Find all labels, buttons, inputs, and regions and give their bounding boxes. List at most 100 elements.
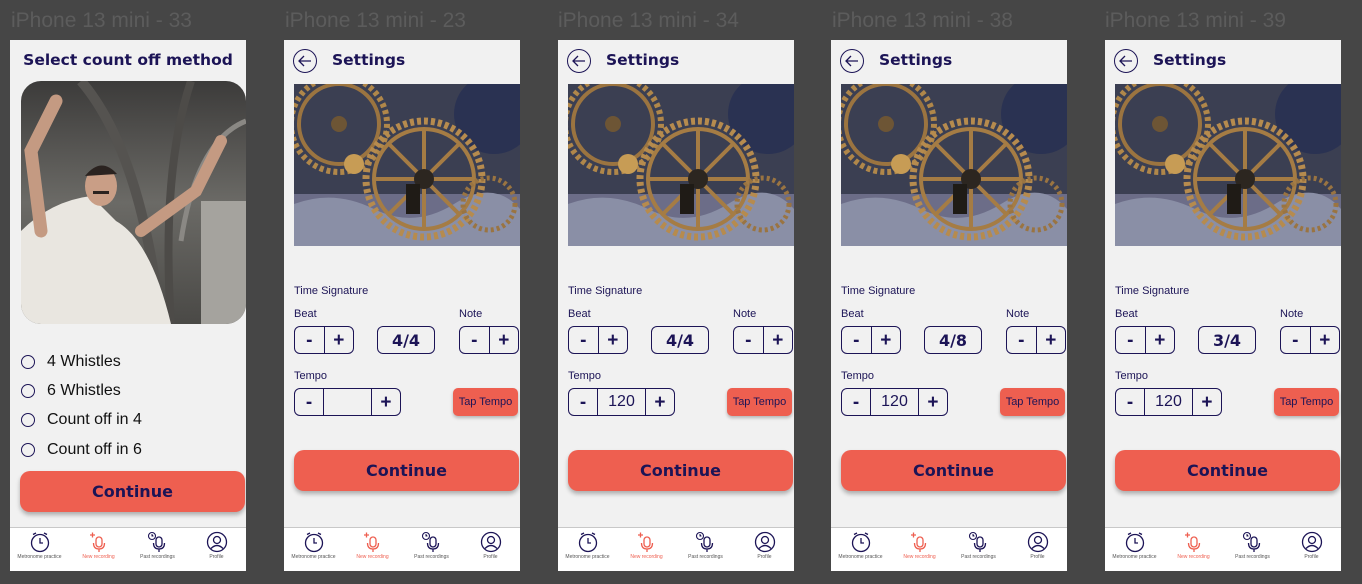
beat-decrement-button[interactable]: -: [569, 327, 598, 353]
tempo-decrement-button[interactable]: -: [295, 389, 323, 415]
tempo-decrement-button[interactable]: -: [569, 389, 597, 415]
continue-button[interactable]: Continue: [841, 450, 1066, 491]
note-label: Note: [1006, 308, 1030, 320]
note-decrement-button[interactable]: -: [460, 327, 489, 353]
frame-title: iPhone 13 mini - 33: [11, 9, 192, 32]
tab-past-recordings[interactable]: Past recordings: [1223, 528, 1282, 571]
tempo-increment-button[interactable]: +: [919, 389, 947, 415]
tab-new-recording[interactable]: New recording: [1164, 528, 1223, 571]
note-decrement-button[interactable]: -: [734, 327, 763, 353]
tap-tempo-button[interactable]: Tap Tempo: [453, 388, 518, 416]
beat-decrement-button[interactable]: -: [842, 327, 871, 353]
phone-settings: Settings Time Signature Beat Note - + 4/…: [284, 40, 520, 571]
tab-label: Metronome practice: [1112, 554, 1157, 560]
mic-plus-icon: [1184, 532, 1200, 552]
radio-option[interactable]: 4 Whistles: [21, 352, 121, 372]
mic-history-icon: [695, 531, 713, 552]
beat-increment-button[interactable]: +: [323, 327, 354, 353]
back-button[interactable]: [1114, 49, 1138, 73]
time-signature-display: 4/8: [924, 326, 982, 354]
tab-new-recording[interactable]: New recording: [343, 528, 402, 571]
tab-metronome-practice[interactable]: Metronome practice: [284, 528, 343, 571]
note-increment-button[interactable]: +: [1035, 327, 1066, 353]
beat-decrement-button[interactable]: -: [1116, 327, 1145, 353]
phone-settings: Settings Time Signature Beat Note - + 4/…: [831, 40, 1067, 571]
arrow-left-icon: [572, 55, 585, 67]
radio-button[interactable]: [21, 413, 35, 427]
note-increment-button[interactable]: +: [488, 327, 519, 353]
tempo-field[interactable]: [323, 389, 372, 415]
tab-profile[interactable]: Profile: [461, 528, 520, 571]
tempo-increment-button[interactable]: +: [646, 389, 674, 415]
tab-metronome-practice[interactable]: Metronome practice: [1105, 528, 1164, 571]
user-circle-icon: [754, 531, 775, 553]
tab-label: New recording: [630, 554, 663, 560]
phone-settings: Settings Time Signature Beat Note - + 4/…: [558, 40, 794, 571]
radio-button[interactable]: [21, 355, 35, 369]
tempo-increment-button[interactable]: +: [1193, 389, 1221, 415]
tempo-label: Tempo: [568, 370, 602, 382]
tempo-label: Tempo: [294, 370, 328, 382]
note-decrement-button[interactable]: -: [1281, 327, 1310, 353]
tap-tempo-button[interactable]: Tap Tempo: [727, 388, 792, 416]
mic-plus-icon: [910, 532, 926, 552]
radio-option[interactable]: Count off in 4: [21, 410, 142, 430]
tempo-stepper: - 120 +: [1115, 388, 1222, 416]
page-title: Settings: [332, 51, 406, 69]
beat-increment-button[interactable]: +: [597, 327, 628, 353]
tab-profile[interactable]: Profile: [1008, 528, 1067, 571]
tempo-decrement-button[interactable]: -: [842, 389, 870, 415]
continue-button[interactable]: Continue: [20, 471, 245, 512]
tap-tempo-button[interactable]: Tap Tempo: [1000, 388, 1065, 416]
tab-past-recordings[interactable]: Past recordings: [676, 528, 735, 571]
back-button[interactable]: [567, 49, 591, 73]
radio-button[interactable]: [21, 384, 35, 398]
tab-new-recording[interactable]: New recording: [69, 528, 128, 571]
tab-bar: Metronome practice New recording Past re…: [831, 527, 1067, 571]
tempo-increment-button[interactable]: +: [372, 389, 400, 415]
user-circle-icon: [480, 531, 501, 553]
tab-label: Past recordings: [961, 554, 996, 560]
tab-new-recording[interactable]: New recording: [890, 528, 949, 571]
tab-metronome-practice[interactable]: Metronome practice: [831, 528, 890, 571]
clock-icon: [578, 532, 597, 553]
radio-button[interactable]: [21, 443, 35, 457]
tab-past-recordings[interactable]: Past recordings: [402, 528, 461, 571]
tab-metronome-practice[interactable]: Metronome practice: [10, 528, 69, 571]
tempo-field[interactable]: 120: [597, 389, 646, 415]
mic-history-icon: [968, 531, 986, 552]
mic-history-icon: [147, 531, 165, 552]
tempo-decrement-button[interactable]: -: [1116, 389, 1144, 415]
tab-profile[interactable]: Profile: [735, 528, 794, 571]
tempo-stepper: - 120 +: [841, 388, 948, 416]
back-button[interactable]: [840, 49, 864, 73]
note-increment-button[interactable]: +: [1309, 327, 1340, 353]
back-button[interactable]: [293, 49, 317, 73]
radio-option[interactable]: Count off in 6: [21, 440, 142, 460]
continue-button[interactable]: Continue: [294, 450, 519, 491]
beat-decrement-button[interactable]: -: [295, 327, 324, 353]
tab-profile[interactable]: Profile: [187, 528, 246, 571]
tab-new-recording[interactable]: New recording: [617, 528, 676, 571]
continue-button[interactable]: Continue: [1115, 450, 1340, 491]
page-title: Settings: [879, 51, 953, 69]
note-increment-button[interactable]: +: [762, 327, 793, 353]
tempo-field[interactable]: 120: [1144, 389, 1193, 415]
tab-past-recordings[interactable]: Past recordings: [949, 528, 1008, 571]
tab-past-recordings[interactable]: Past recordings: [128, 528, 187, 571]
note-decrement-button[interactable]: -: [1007, 327, 1036, 353]
tab-profile[interactable]: Profile: [1282, 528, 1341, 571]
frame-title: iPhone 13 mini - 38: [832, 9, 1013, 32]
tab-label: Past recordings: [140, 554, 175, 560]
beat-increment-button[interactable]: +: [870, 327, 901, 353]
beat-increment-button[interactable]: +: [1144, 327, 1175, 353]
time-signature-label: Time Signature: [568, 285, 643, 297]
tap-tempo-button[interactable]: Tap Tempo: [1274, 388, 1339, 416]
continue-button[interactable]: Continue: [568, 450, 793, 491]
tempo-field[interactable]: 120: [870, 389, 919, 415]
radio-label: Count off in 4: [47, 411, 142, 428]
user-circle-icon: [206, 531, 227, 553]
tab-metronome-practice[interactable]: Metronome practice: [558, 528, 617, 571]
radio-option[interactable]: 6 Whistles: [21, 381, 121, 401]
tab-label: Profile: [1030, 554, 1045, 560]
